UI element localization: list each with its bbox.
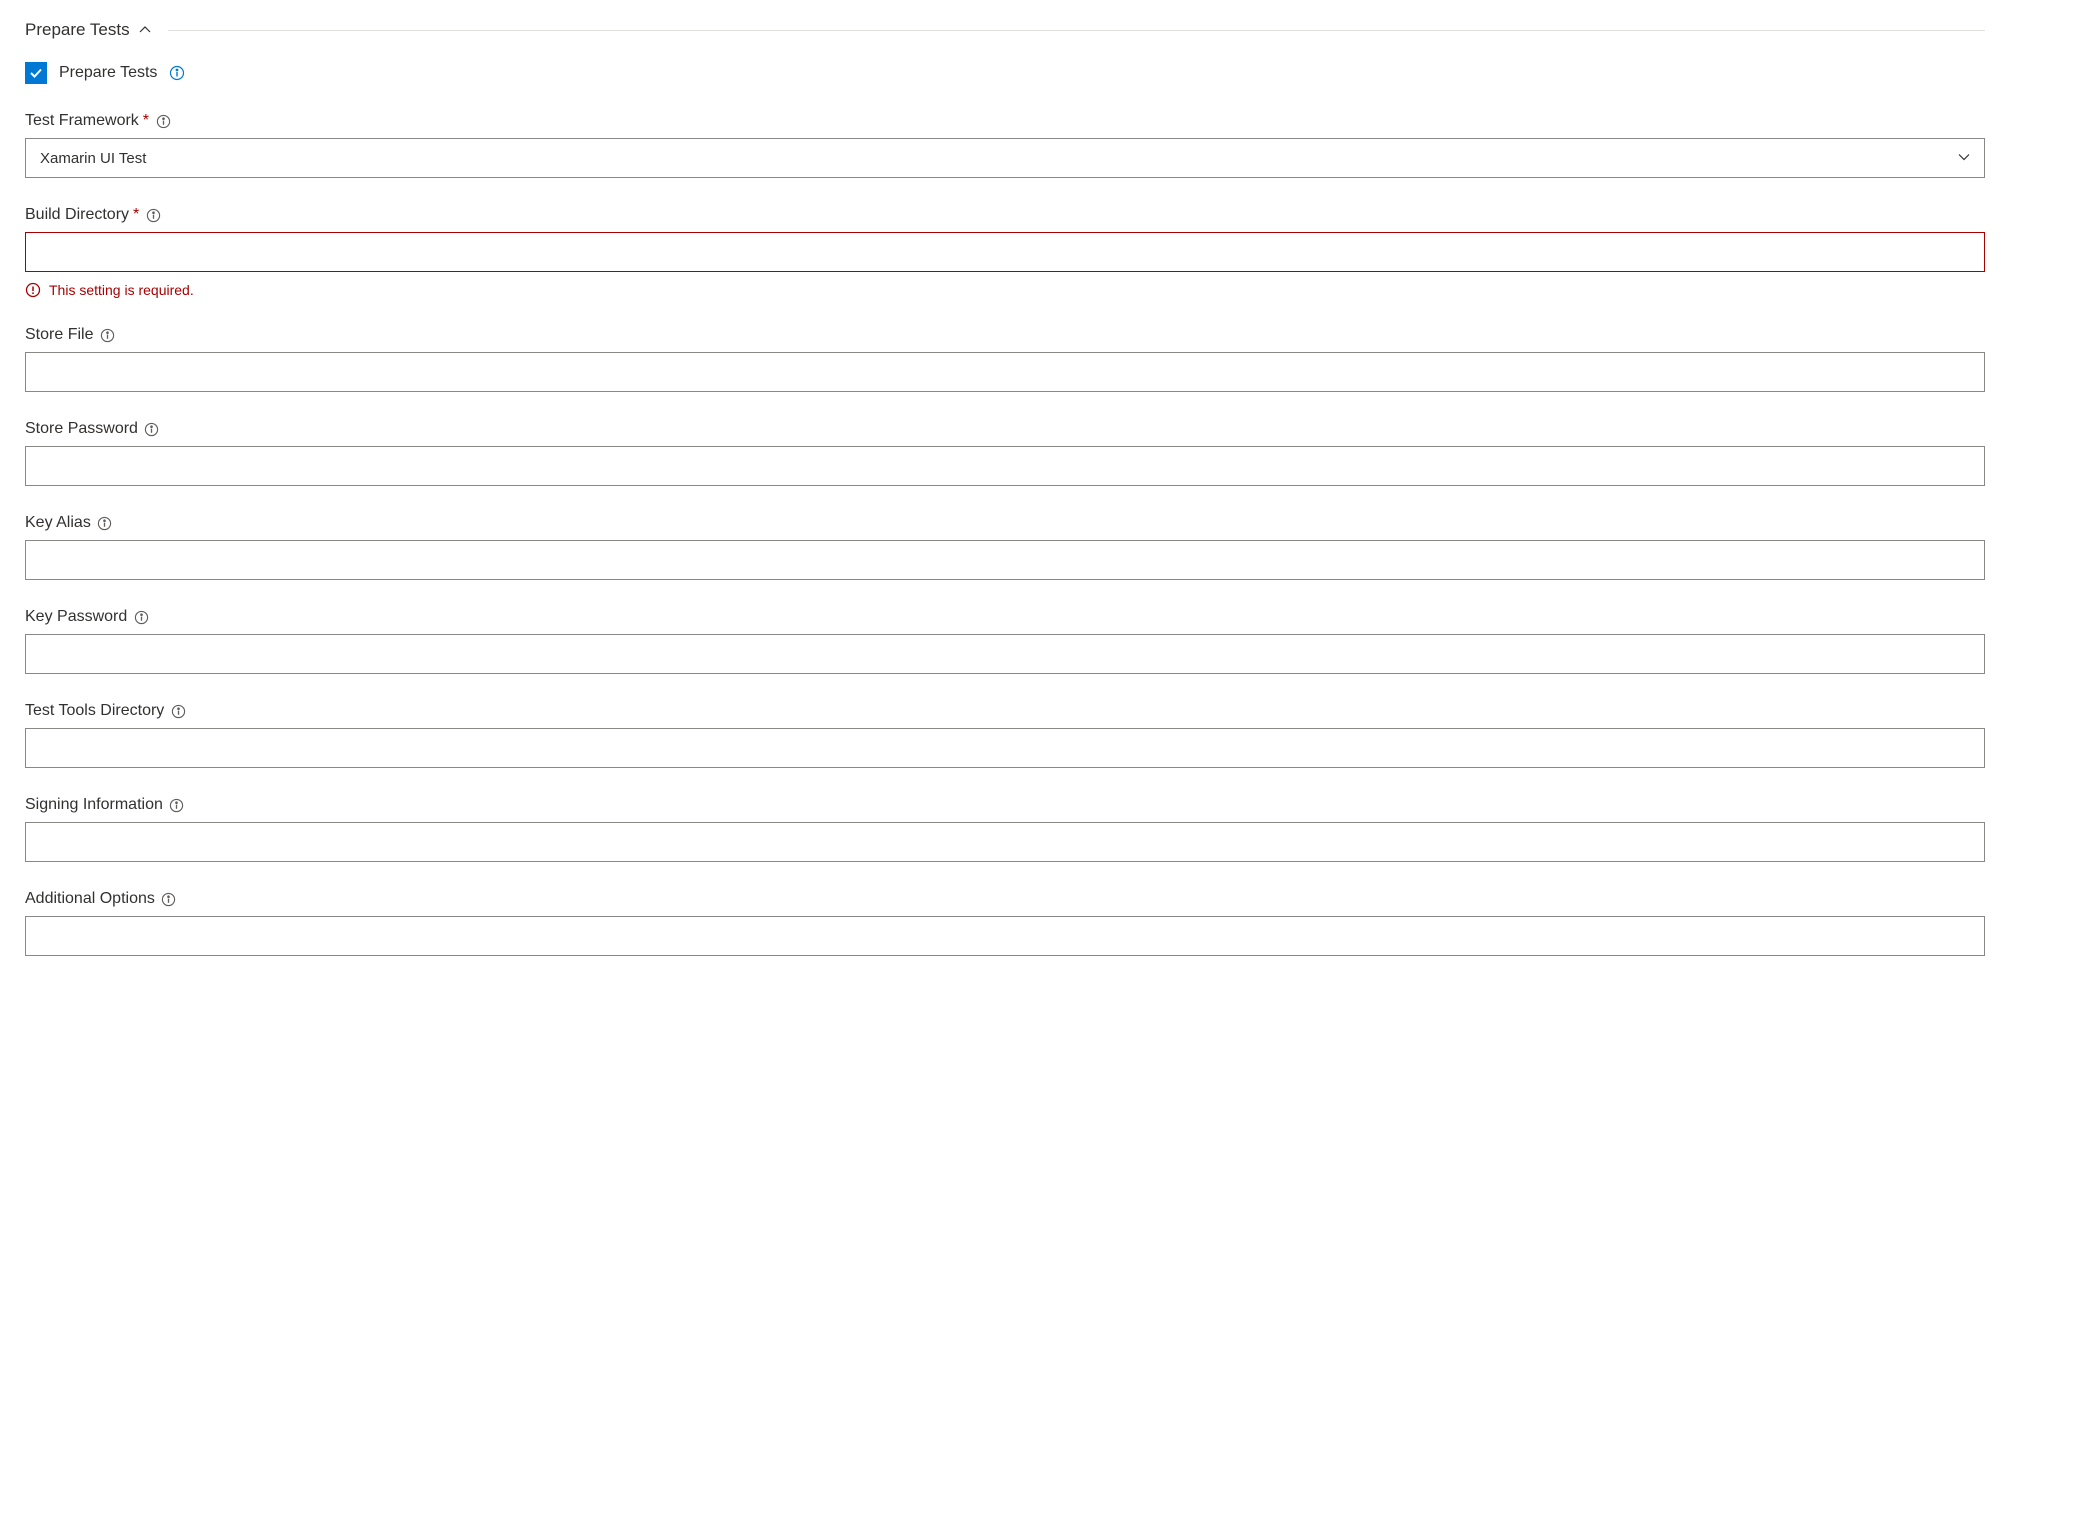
- store-file-input[interactable]: [25, 352, 1985, 392]
- key-password-field: Key Password: [25, 608, 1985, 674]
- required-indicator: *: [143, 112, 149, 130]
- store-password-field: Store Password: [25, 420, 1985, 486]
- signing-information-label: Signing Information: [25, 796, 163, 814]
- info-icon[interactable]: [145, 207, 161, 223]
- test-framework-select[interactable]: Xamarin UI Test: [25, 138, 1985, 178]
- store-file-field: Store File: [25, 326, 1985, 392]
- test-tools-directory-label: Test Tools Directory: [25, 702, 164, 720]
- info-icon[interactable]: [144, 421, 160, 437]
- prepare-tests-checkbox-row: Prepare Tests: [25, 62, 1985, 84]
- error-icon: [25, 282, 41, 298]
- store-password-input[interactable]: [25, 446, 1985, 486]
- additional-options-label: Additional Options: [25, 890, 155, 908]
- info-icon[interactable]: [169, 797, 185, 813]
- additional-options-field: Additional Options: [25, 890, 1985, 956]
- required-indicator: *: [133, 206, 139, 224]
- info-icon[interactable]: [97, 515, 113, 531]
- key-password-label: Key Password: [25, 608, 127, 626]
- section-divider: [168, 30, 1985, 31]
- build-directory-input[interactable]: [25, 232, 1985, 272]
- prepare-tests-checkbox[interactable]: [25, 62, 47, 84]
- info-icon[interactable]: [169, 65, 185, 81]
- section-title: Prepare Tests: [25, 20, 130, 40]
- chevron-up-icon: [138, 23, 152, 37]
- test-tools-directory-field: Test Tools Directory: [25, 702, 1985, 768]
- test-framework-field: Test Framework * Xamarin UI Test: [25, 112, 1985, 178]
- signing-information-field: Signing Information: [25, 796, 1985, 862]
- info-icon[interactable]: [133, 609, 149, 625]
- key-password-input[interactable]: [25, 634, 1985, 674]
- section-header[interactable]: Prepare Tests: [25, 20, 1985, 40]
- build-directory-field: Build Directory * This setting is requir…: [25, 206, 1985, 298]
- build-directory-error: This setting is required.: [25, 282, 1985, 298]
- info-icon[interactable]: [161, 891, 177, 907]
- build-directory-label: Build Directory: [25, 206, 129, 224]
- test-framework-label: Test Framework: [25, 112, 139, 130]
- info-icon[interactable]: [170, 703, 186, 719]
- key-alias-input[interactable]: [25, 540, 1985, 580]
- key-alias-label: Key Alias: [25, 514, 91, 532]
- additional-options-input[interactable]: [25, 916, 1985, 956]
- prepare-tests-checkbox-label: Prepare Tests: [59, 64, 157, 82]
- error-text: This setting is required.: [49, 282, 194, 298]
- store-password-label: Store Password: [25, 420, 138, 438]
- signing-information-input[interactable]: [25, 822, 1985, 862]
- key-alias-field: Key Alias: [25, 514, 1985, 580]
- store-file-label: Store File: [25, 326, 93, 344]
- info-icon[interactable]: [155, 113, 171, 129]
- info-icon[interactable]: [99, 327, 115, 343]
- test-tools-directory-input[interactable]: [25, 728, 1985, 768]
